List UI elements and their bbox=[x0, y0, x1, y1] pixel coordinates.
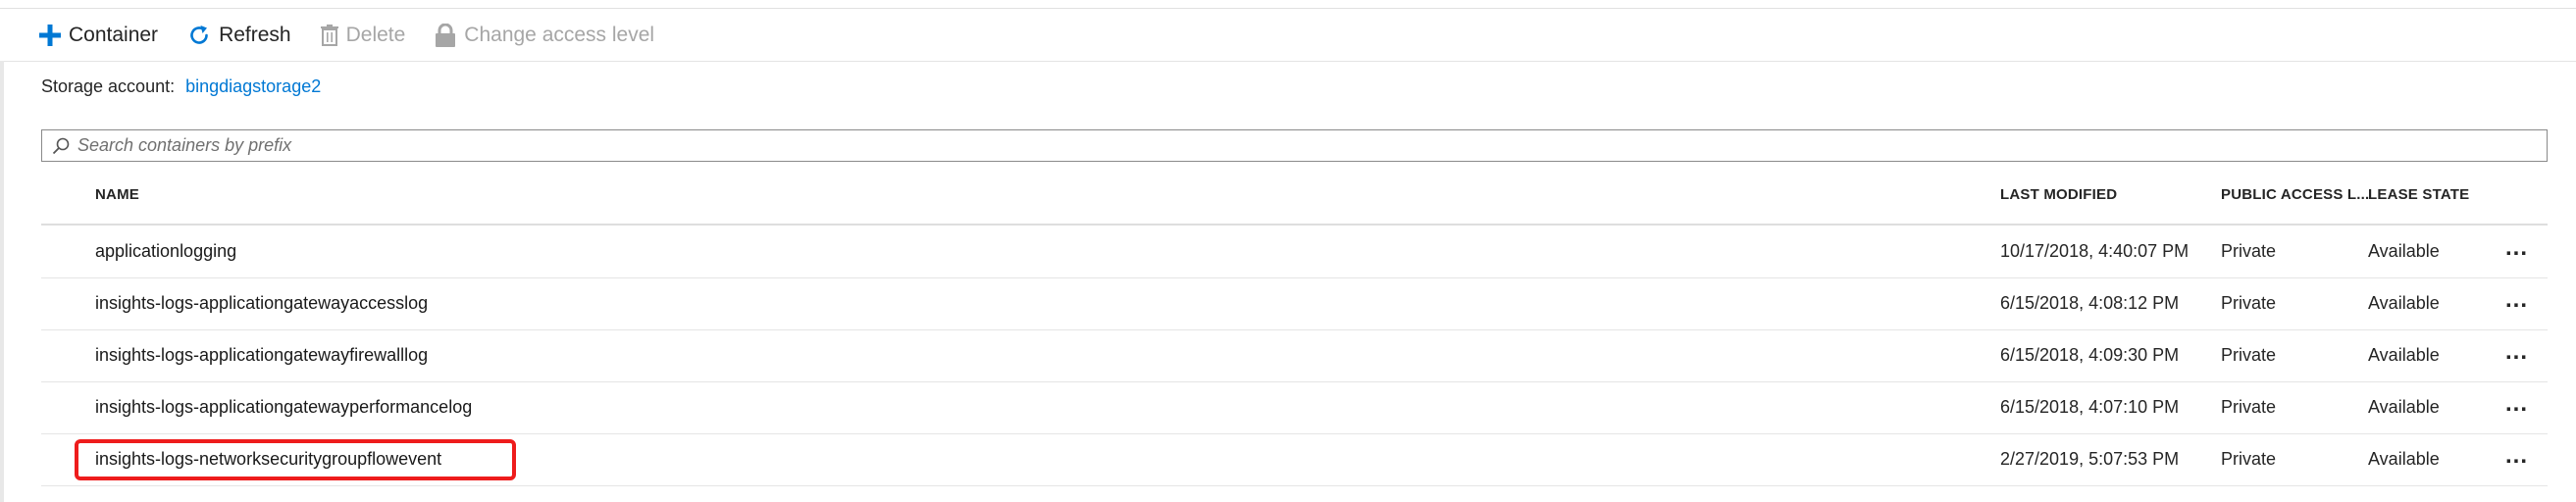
column-header-public-access[interactable]: PUBLIC ACCESS L... bbox=[2221, 186, 2369, 203]
change-access-level-button[interactable]: Change access level bbox=[435, 24, 654, 47]
public-access-level: Private bbox=[2221, 345, 2277, 365]
more-options-button[interactable]: ... bbox=[2505, 442, 2528, 470]
last-modified: 6/15/2018, 4:08:12 PM bbox=[2000, 293, 2180, 313]
delete-label: Delete bbox=[345, 24, 406, 46]
add-container-button[interactable]: Container bbox=[39, 24, 158, 47]
column-header-name[interactable]: NAME bbox=[95, 186, 139, 203]
add-container-label: Container bbox=[69, 24, 159, 46]
refresh-icon bbox=[187, 24, 211, 47]
container-name[interactable]: insights-logs-applicationgatewayfirewall… bbox=[95, 345, 428, 366]
toolbar: Container Refresh Delete Change access l… bbox=[39, 14, 684, 57]
table-row[interactable]: insights-logs-applicationgatewayaccesslo… bbox=[41, 278, 2548, 330]
delete-button[interactable]: Delete bbox=[320, 24, 406, 47]
last-modified: 6/15/2018, 4:07:10 PM bbox=[2000, 397, 2180, 417]
public-access-level: Private bbox=[2221, 449, 2277, 469]
lease-state: Available bbox=[2368, 241, 2440, 261]
storage-account-link[interactable]: bingdiagstorage2 bbox=[185, 76, 321, 96]
table-row[interactable]: insights-logs-applicationgatewayperforma… bbox=[41, 382, 2548, 434]
lease-state: Available bbox=[2368, 449, 2440, 469]
public-access-level: Private bbox=[2221, 241, 2277, 261]
column-header-last-modified[interactable]: LAST MODIFIED bbox=[2000, 186, 2117, 203]
search-box bbox=[41, 129, 2548, 162]
refresh-button[interactable]: Refresh bbox=[187, 24, 291, 47]
more-options-button[interactable]: ... bbox=[2505, 338, 2528, 366]
more-options-button[interactable]: ... bbox=[2505, 390, 2528, 418]
lock-icon bbox=[435, 24, 456, 47]
storage-account-label: Storage account: bbox=[41, 76, 176, 96]
container-name[interactable]: insights-logs-applicationgatewayperforma… bbox=[95, 397, 472, 418]
toolbar-divider bbox=[0, 61, 2576, 62]
blade-left-border bbox=[0, 61, 4, 502]
trash-icon bbox=[320, 25, 338, 46]
plus-icon bbox=[39, 25, 61, 46]
more-options-button[interactable]: ... bbox=[2505, 234, 2528, 262]
table-row[interactable]: applicationlogging 10/17/2018, 4:40:07 P… bbox=[41, 226, 2548, 278]
change-access-level-label: Change access level bbox=[464, 24, 655, 46]
lease-state: Available bbox=[2368, 397, 2440, 417]
last-modified: 2/27/2019, 5:07:53 PM bbox=[2000, 449, 2180, 469]
refresh-label: Refresh bbox=[219, 24, 291, 46]
column-header-lease-state[interactable]: LEASE STATE bbox=[2368, 186, 2469, 203]
search-input[interactable] bbox=[77, 135, 2547, 156]
table-row[interactable]: insights-logs-networksecuritygroupflowev… bbox=[41, 434, 2548, 486]
more-options-button[interactable]: ... bbox=[2505, 286, 2528, 314]
last-modified: 6/15/2018, 4:09:30 PM bbox=[2000, 345, 2180, 365]
search-icon bbox=[52, 137, 70, 155]
top-divider bbox=[0, 8, 2576, 9]
header-divider bbox=[41, 224, 2548, 226]
container-name[interactable]: applicationlogging bbox=[95, 241, 236, 262]
public-access-level: Private bbox=[2221, 293, 2277, 313]
table-row[interactable]: insights-logs-applicationgatewayfirewall… bbox=[41, 330, 2548, 382]
lease-state: Available bbox=[2368, 345, 2440, 365]
last-modified: 10/17/2018, 4:40:07 PM bbox=[2000, 241, 2190, 261]
lease-state: Available bbox=[2368, 293, 2440, 313]
storage-account-info: Storage account: bingdiagstorage2 bbox=[41, 76, 321, 97]
container-name[interactable]: insights-logs-networksecuritygroupflowev… bbox=[95, 449, 441, 470]
container-name[interactable]: insights-logs-applicationgatewayaccesslo… bbox=[95, 293, 428, 314]
public-access-level: Private bbox=[2221, 397, 2277, 417]
